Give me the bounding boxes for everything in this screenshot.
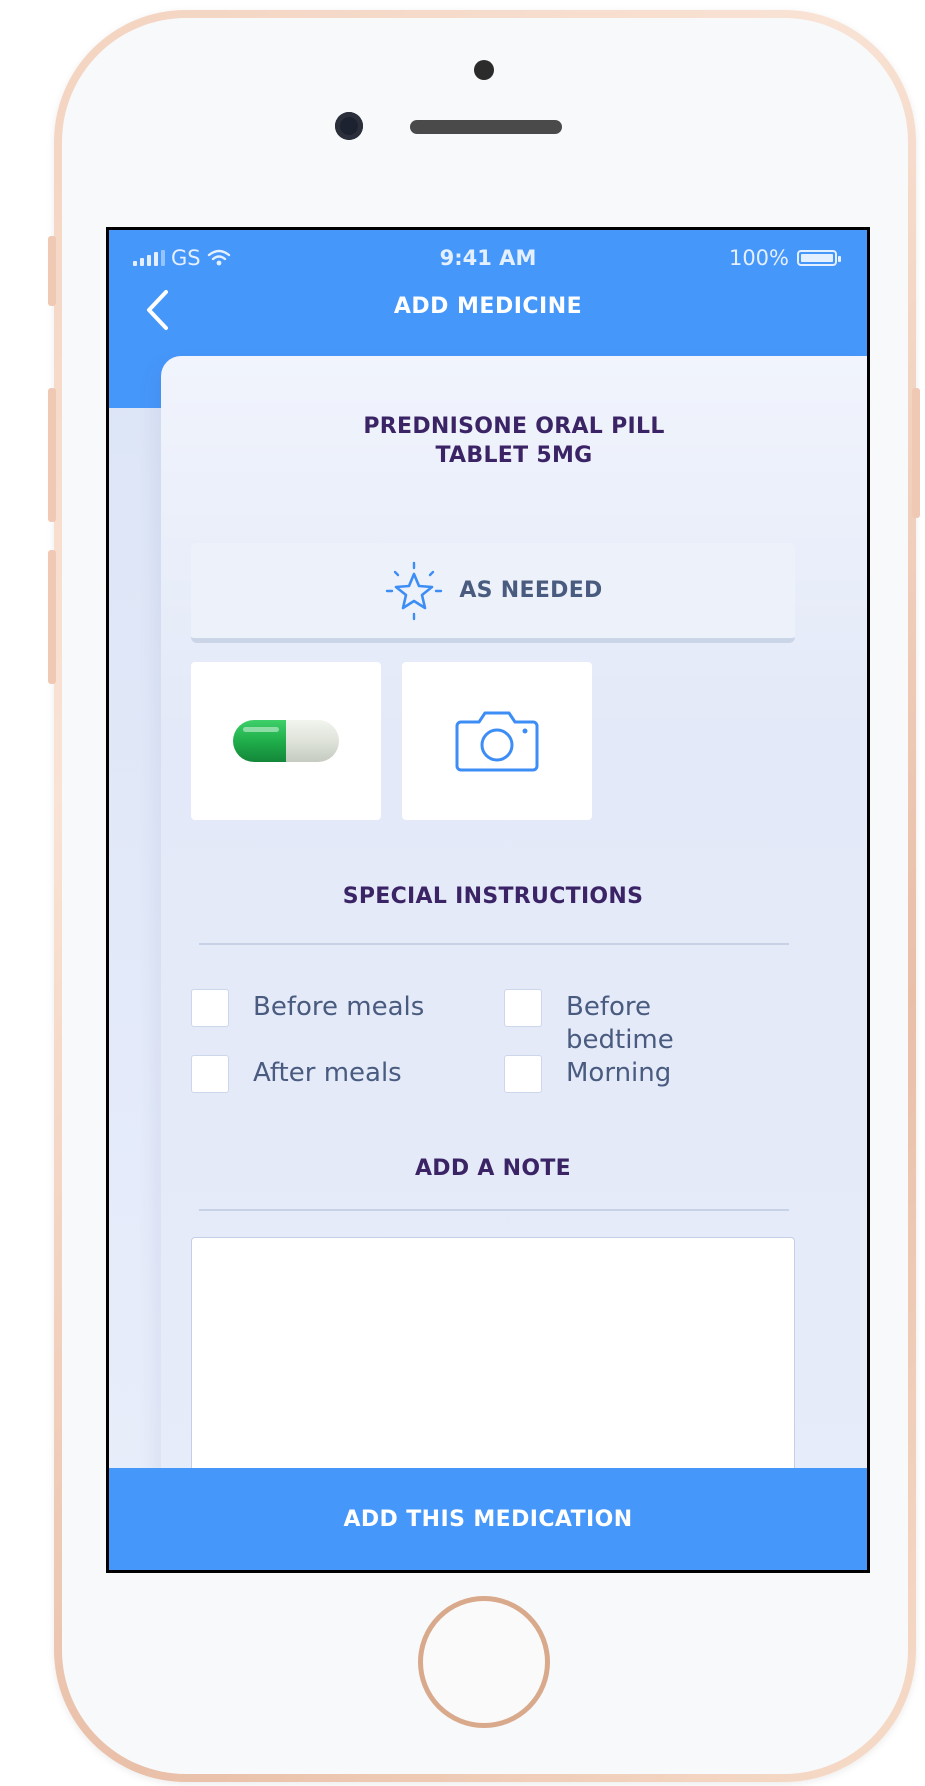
add-note-title: ADD A NOTE [414,1156,572,1181]
checkbox-box[interactable] [191,989,229,1027]
medicine-name-line1: PREDNISONE ORAL PILL [363,414,665,439]
special-instructions-divider [199,943,789,945]
add-medication-button[interactable]: ADD THIS MEDICATION [109,1468,867,1570]
front-camera [335,112,363,140]
checkbox-box[interactable] [191,1055,229,1093]
special-instructions-title: SPECIAL INSTRUCTIONS [342,884,644,909]
volume-down-button [48,550,56,684]
power-button [912,388,920,518]
checkbox-box[interactable] [504,1055,542,1093]
capsule-icon [233,720,339,762]
add-photo-button[interactable] [402,662,592,820]
checkbox-label: After meals [253,1058,402,1088]
earpiece-speaker [410,120,562,134]
checkbox-label: Before bedtime [566,992,674,1055]
proximity-sensor [474,60,494,80]
battery-icon [797,250,841,266]
battery-percent: 100% [728,246,789,270]
star-icon [386,561,443,620]
nav-bar: ADD MEDICINE [109,280,867,340]
home-button[interactable] [418,1596,550,1728]
checkbox-after-meals[interactable]: After meals [191,1055,402,1093]
app-screen: GS 9:41 AM 100% ADD MEDICINE PREDNISONE … [106,227,870,1573]
as-needed-label: AS NEEDED [459,578,603,603]
as-needed-button[interactable]: AS NEEDED [191,543,795,643]
checkbox-label: Before meals [253,992,425,1022]
add-note-divider [199,1209,789,1211]
medicine-name: PREDNISONE ORAL PILL TABLET 5MG [161,412,867,470]
status-bar: GS 9:41 AM 100% [109,244,867,274]
camera-icon [455,711,539,772]
pill-image-tile[interactable] [191,662,381,820]
mute-switch [48,236,56,306]
checkbox-box[interactable] [504,989,542,1027]
note-input[interactable] [191,1237,795,1497]
checkbox-label: Morning [566,1058,672,1088]
page-title: ADD MEDICINE [393,294,583,319]
checkbox-morning[interactable]: Morning [504,1055,671,1093]
medicine-name-line2: TABLET 5MG [435,443,593,468]
checkbox-before-meals[interactable]: Before meals [191,989,424,1027]
volume-up-button [48,388,56,522]
checkbox-before-bedtime[interactable]: Before bedtime [504,989,706,1057]
